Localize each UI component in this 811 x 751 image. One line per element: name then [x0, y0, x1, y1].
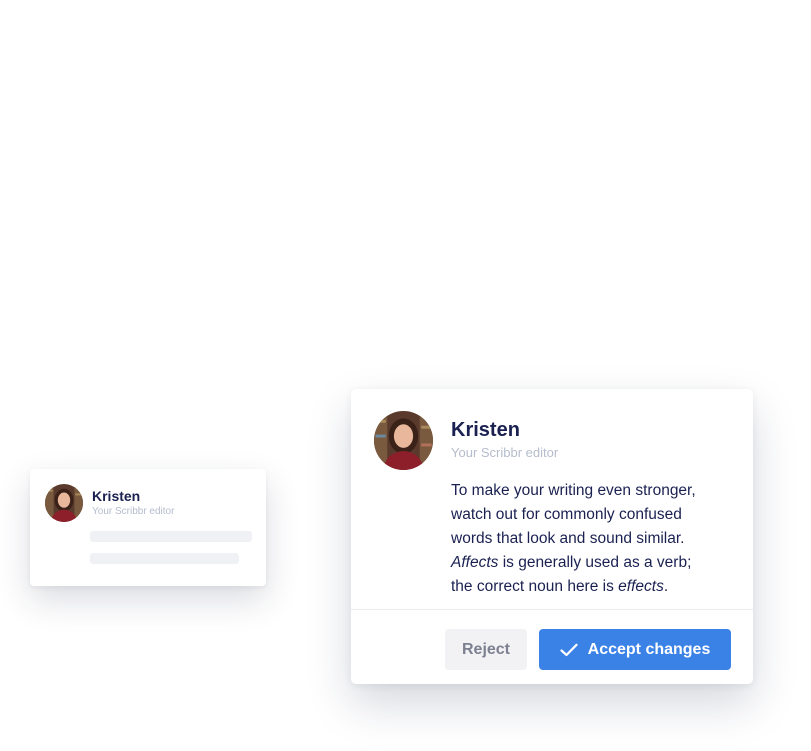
editor-photo-icon	[374, 411, 433, 470]
message-line: Affects is generally used as a verb;	[451, 551, 743, 575]
card-divider	[351, 609, 753, 610]
message-line: To make your writing even stronger,	[451, 482, 696, 499]
reject-button[interactable]: Reject	[445, 629, 527, 670]
editor-photo-icon	[45, 484, 83, 522]
text-placeholder-line	[90, 531, 252, 542]
message-line: words that look and sound similar.	[451, 530, 685, 547]
comment-card-expanded: Kristen Your Scribbr editor To make your…	[351, 389, 753, 684]
editor-role: Your Scribbr editor	[92, 506, 175, 517]
message-text: the correct noun here is	[451, 578, 619, 595]
editor-name: Kristen	[92, 488, 141, 504]
editor-avatar	[45, 484, 83, 522]
check-icon	[560, 643, 578, 657]
editor-role: Your Scribbr editor	[451, 445, 559, 460]
editor-avatar	[374, 411, 433, 470]
accept-button-label: Accept changes	[587, 640, 711, 658]
stage: Kristen Your Scribbr editor Kristen Your…	[0, 0, 811, 751]
message-text: .	[663, 578, 669, 595]
message-line: watch out for commonly confused	[451, 506, 682, 523]
reject-button-label: Reject	[461, 640, 511, 658]
message-line: the correct noun here is effects.	[451, 575, 743, 599]
message-text: is generally used as a verb;	[498, 554, 692, 571]
text-placeholder-line	[90, 553, 239, 564]
editor-name: Kristen	[451, 419, 520, 441]
emphasized-word: Affects	[451, 554, 499, 571]
comment-card-collapsed[interactable]: Kristen Your Scribbr editor	[30, 469, 266, 586]
emphasized-word: effects	[618, 578, 664, 595]
accept-changes-button[interactable]: Accept changes	[539, 629, 731, 670]
comment-message: To make your writing even stronger, watc…	[451, 479, 743, 599]
